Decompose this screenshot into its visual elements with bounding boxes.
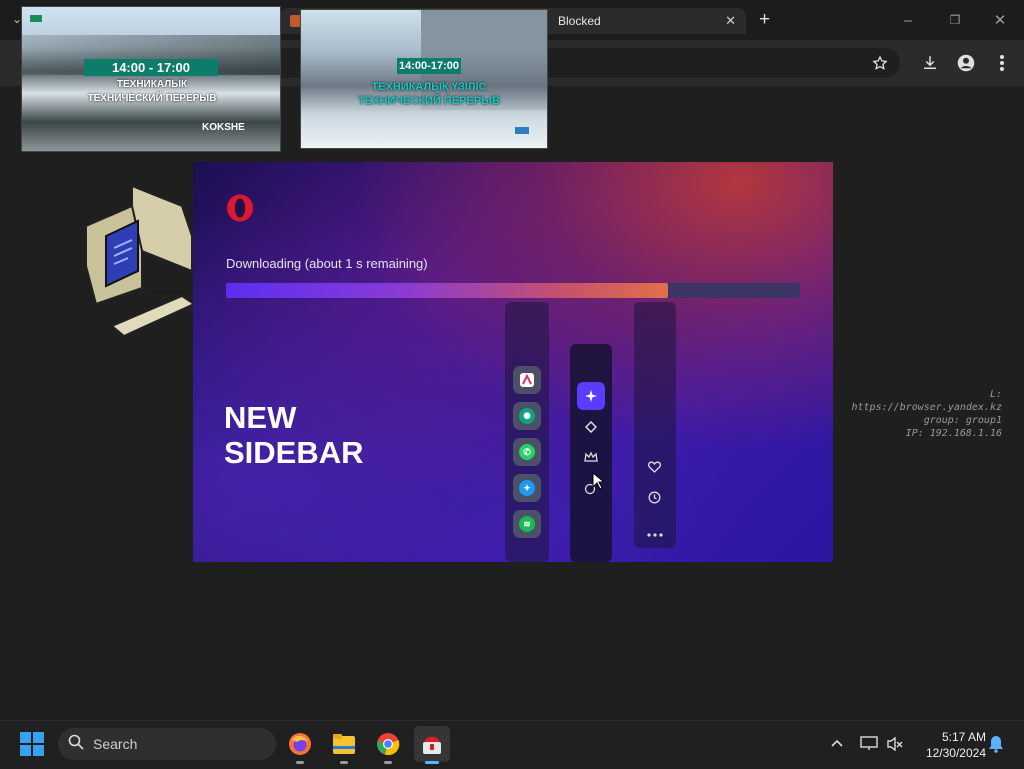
chatgpt-icon: ✺ bbox=[513, 402, 541, 430]
thumbnail-caption-3: ТЕХНИКАЛЫҚ ҮЗІЛІС bbox=[371, 81, 487, 93]
headline: NEW SIDEBAR bbox=[224, 400, 364, 470]
tab-title: Blocked bbox=[558, 14, 601, 28]
background-url-line: L: https://browser.yandex.kz bbox=[851, 389, 1002, 413]
background-info-text: L: https://browser.yandex.kz group: grou… bbox=[834, 388, 1002, 440]
heart-icon bbox=[648, 460, 661, 478]
mouse-cursor-icon bbox=[592, 471, 606, 495]
more-dots-icon bbox=[647, 524, 663, 542]
headline-line-1: NEW bbox=[224, 400, 297, 435]
new-tab-button[interactable]: + bbox=[759, 9, 770, 31]
video-thumbnail-2[interactable]: 14:00-17:00 ТЕХНИКАЛЫҚ ҮЗІЛІС ТЕХНИЧЕСКИ… bbox=[300, 9, 548, 149]
headline-line-2: SIDEBAR bbox=[224, 435, 364, 470]
opera-logo bbox=[226, 194, 254, 227]
thumbnail-caption-1: ТЕХНИКАЛЫК bbox=[116, 79, 188, 90]
history-clock-icon bbox=[648, 491, 661, 509]
computer-illustration-icon bbox=[72, 176, 197, 346]
chrome-icon bbox=[377, 733, 400, 756]
twitter-icon: ✦ bbox=[513, 474, 541, 502]
download-icon[interactable] bbox=[916, 50, 944, 76]
sidebar-preview-utilities bbox=[634, 302, 676, 548]
profile-icon[interactable] bbox=[952, 50, 980, 76]
crown-icon bbox=[584, 450, 598, 468]
download-status-text: Downloading (about 1 s remaining) bbox=[226, 256, 428, 271]
chevron-up-icon[interactable] bbox=[830, 736, 844, 755]
tab-close-icon[interactable]: ✕ bbox=[725, 13, 736, 29]
menu-dots-icon[interactable] bbox=[988, 50, 1016, 76]
firefox-icon bbox=[289, 733, 311, 755]
whatsapp-icon: ✆ bbox=[513, 438, 541, 466]
taskbar-clock[interactable]: 5:17 AM 12/30/2024 bbox=[914, 729, 986, 761]
firefox-taskbar-button[interactable] bbox=[282, 726, 318, 764]
download-progress-bar bbox=[226, 283, 800, 298]
background-ip-line: IP: 192.168.1.16 bbox=[905, 428, 1002, 439]
thumbnail-time-banner-2: 14:00-17:00 bbox=[397, 58, 461, 74]
thumbnail-caption-4: ТЕХНИЧЕСКИЙ ПЕРЕРЫВ bbox=[358, 95, 500, 107]
download-progress-fill bbox=[226, 283, 668, 298]
installer-window: Downloading (about 1 s remaining) NEW SI… bbox=[193, 162, 833, 562]
volume-muted-icon[interactable] bbox=[886, 736, 904, 757]
minimize-button[interactable]: – bbox=[894, 8, 922, 32]
network-icon[interactable] bbox=[860, 735, 878, 756]
aria-icon bbox=[513, 366, 541, 394]
taskbar-search-box[interactable]: Search bbox=[58, 728, 276, 760]
notification-bell-icon[interactable] bbox=[988, 735, 1004, 758]
sidebar-preview-tools bbox=[570, 344, 612, 562]
clock-date: 12/30/2024 bbox=[925, 746, 986, 760]
chrome-taskbar-button[interactable] bbox=[370, 726, 406, 764]
search-placeholder: Search bbox=[93, 736, 138, 752]
star-icon[interactable] bbox=[866, 50, 894, 76]
spotify-icon: ≋ bbox=[513, 510, 541, 538]
thumbnail-caption-2: ТЕХНИЧЕСКИЙ ПЕРЕРЫВ bbox=[87, 93, 217, 104]
file-explorer-taskbar-button[interactable] bbox=[326, 726, 362, 764]
close-window-button[interactable]: ✕ bbox=[986, 8, 1014, 32]
installer-taskbar-button[interactable] bbox=[414, 726, 450, 764]
file-explorer-icon bbox=[333, 734, 355, 754]
sidebar-preview-messengers: ✺ ✆ ✦ ≋ bbox=[505, 302, 549, 562]
background-group-line: group: group1 bbox=[923, 415, 1002, 426]
diamond-icon bbox=[584, 420, 598, 438]
clock-time: 5:17 AM bbox=[941, 730, 986, 744]
installer-icon bbox=[423, 736, 441, 754]
channel-logo-icon bbox=[30, 15, 42, 22]
thumbnail-watermark: KOKSHE bbox=[202, 122, 245, 133]
thumbnail-time-banner: 14:00 - 17:00 bbox=[84, 59, 218, 76]
start-button[interactable] bbox=[20, 732, 44, 761]
sparkle-icon bbox=[577, 382, 605, 410]
channel-logo-icon-2 bbox=[515, 127, 529, 134]
search-icon bbox=[68, 734, 84, 755]
maximize-button[interactable]: ❐ bbox=[941, 8, 969, 32]
video-thumbnail-1[interactable]: 14:00 - 17:00 ТЕХНИКАЛЫК ТЕХНИЧЕСКИЙ ПЕР… bbox=[21, 6, 281, 152]
